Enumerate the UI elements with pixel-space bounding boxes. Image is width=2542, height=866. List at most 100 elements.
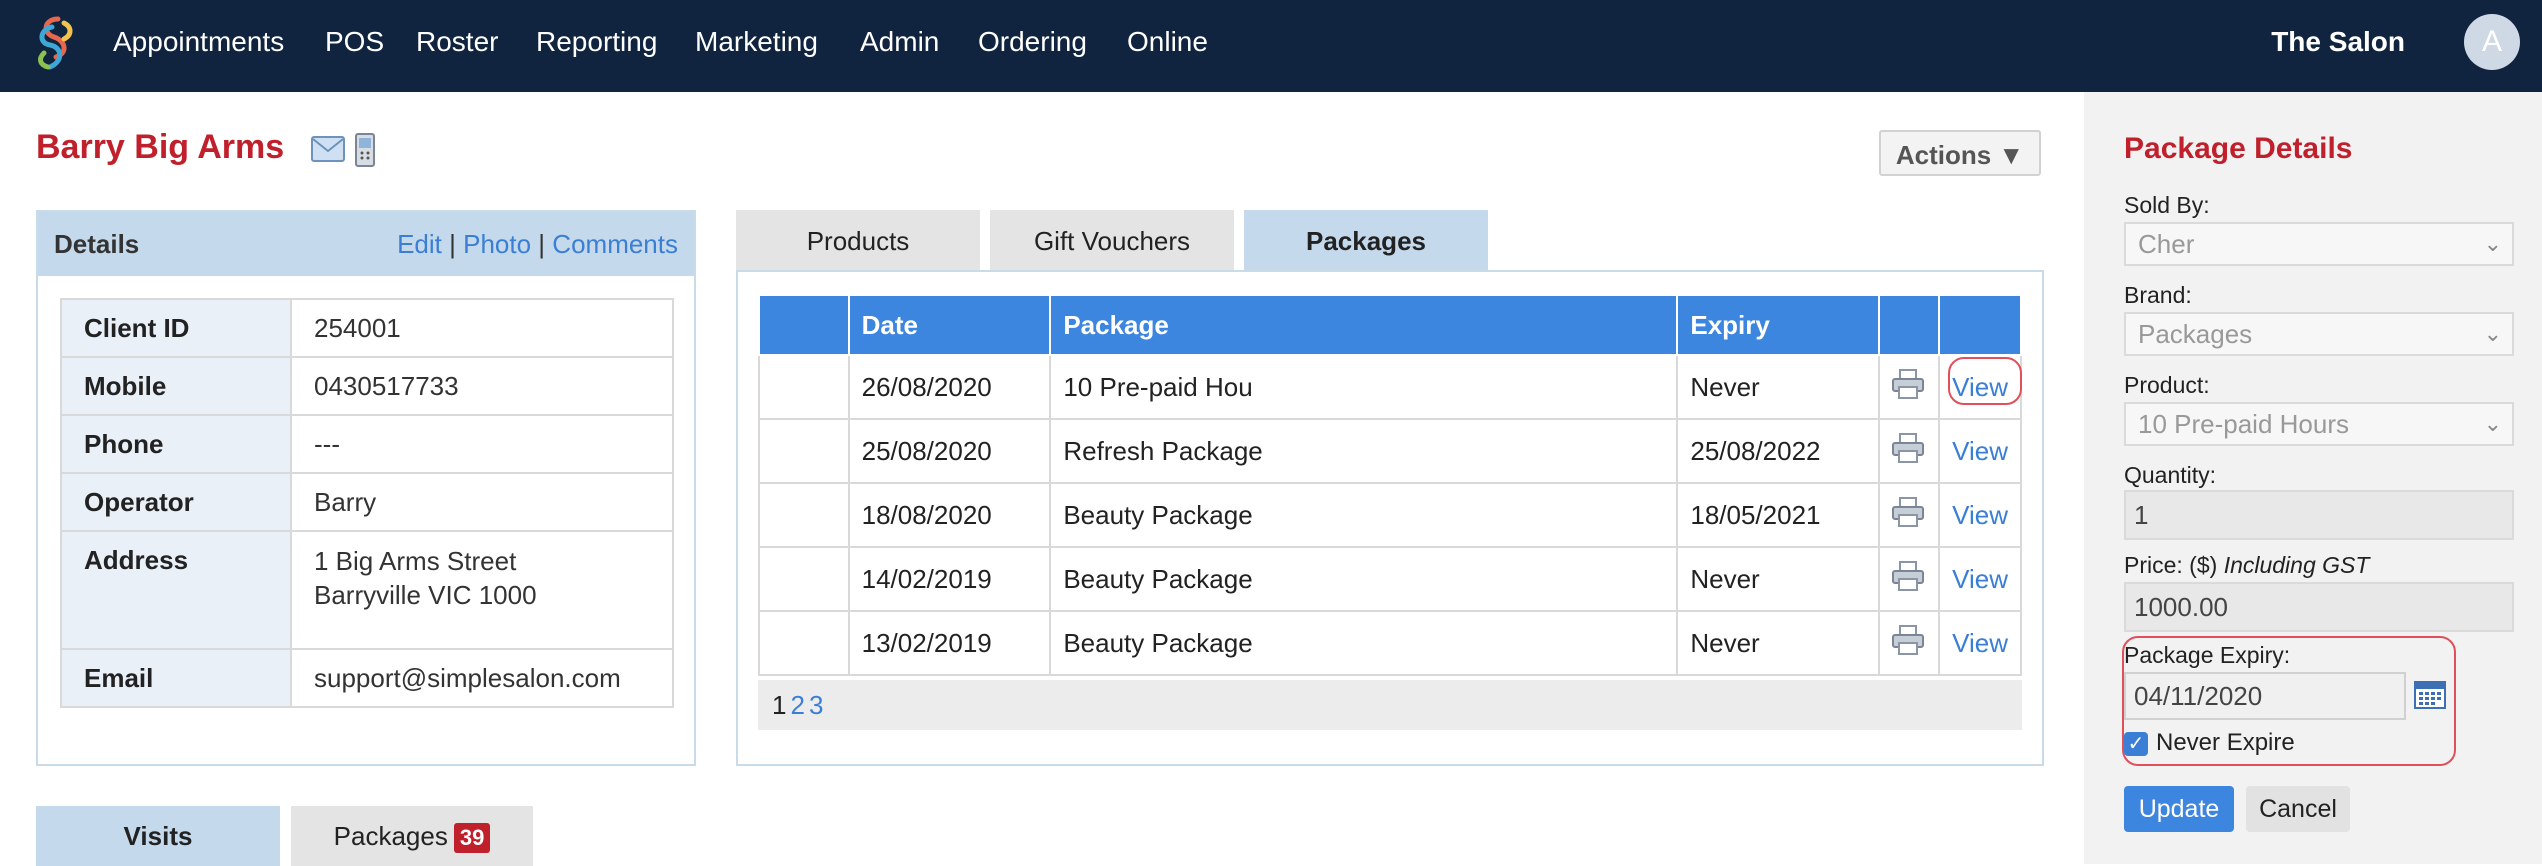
nav-reporting[interactable]: Reporting xyxy=(536,0,657,92)
page-link-2[interactable]: 2 xyxy=(790,690,804,720)
detail-label: Mobile xyxy=(60,356,292,416)
nav-appointments[interactable]: Appointments xyxy=(113,0,284,92)
detail-row-email: Email support@simplesalon.com xyxy=(60,648,674,708)
brand-select[interactable]: Packages ⌄ xyxy=(2124,312,2514,356)
simple-salon-logo-icon[interactable] xyxy=(28,13,84,73)
nav-online[interactable]: Online xyxy=(1127,0,1208,92)
detail-row-client-id: Client ID 254001 xyxy=(60,298,674,358)
detail-row-mobile: Mobile 0430517733 xyxy=(60,356,674,416)
packages-table: Date Package Expiry 26/08/2020 10 Pre-pa… xyxy=(758,294,2022,676)
detail-label: Email xyxy=(60,648,292,708)
row-select-cell xyxy=(758,354,850,420)
table-header-row: Date Package Expiry xyxy=(758,294,2022,356)
detail-value: 254001 xyxy=(290,298,674,358)
avatar[interactable]: A xyxy=(2464,14,2520,70)
packages-count-badge: 39 xyxy=(453,823,491,854)
nav-marketing[interactable]: Marketing xyxy=(695,0,818,92)
expiry-cell: 25/08/2022 xyxy=(1676,418,1881,484)
nav-pos[interactable]: POS xyxy=(325,0,384,92)
product-select[interactable]: 10 Pre-paid Hours ⌄ xyxy=(2124,402,2514,446)
package-expiry-field[interactable]: 04/11/2020 xyxy=(2124,672,2406,720)
top-nav-bar: Appointments POS Roster Reporting Market… xyxy=(0,0,2542,92)
package-cell: Beauty Package xyxy=(1049,610,1679,676)
brand-value: Packages xyxy=(2138,319,2253,349)
tab-packages[interactable]: Packages xyxy=(1244,210,1488,270)
sold-by-select[interactable]: Cher ⌄ xyxy=(2124,222,2514,266)
email-icon[interactable] xyxy=(311,136,345,162)
tab-products[interactable]: Products xyxy=(736,210,980,270)
package-cell: 10 Pre-paid Hou xyxy=(1049,354,1679,420)
photo-link[interactable]: Photo xyxy=(463,229,531,259)
print-icon[interactable] xyxy=(1892,368,1925,399)
edit-link[interactable]: Edit xyxy=(397,229,442,259)
print-cell xyxy=(1878,546,1941,612)
page-link-3[interactable]: 3 xyxy=(809,690,823,720)
detail-row-address: Address 1 Big Arms Street Barryville VIC… xyxy=(60,530,674,650)
detail-row-phone: Phone --- xyxy=(60,414,674,474)
product-value: 10 Pre-paid Hours xyxy=(2138,409,2349,439)
date-cell: 18/08/2020 xyxy=(847,482,1052,548)
price-label-text: Price: ($) xyxy=(2124,552,2218,578)
expiry-cell: Never xyxy=(1676,354,1881,420)
quantity-field[interactable]: 1 xyxy=(2124,490,2514,540)
details-header: Details Edit | Photo | Comments xyxy=(38,212,694,276)
client-details-panel: Details Edit | Photo | Comments Client I… xyxy=(36,210,696,766)
package-cell: Beauty Package xyxy=(1049,546,1679,612)
tab-client-packages[interactable]: Packages 39 xyxy=(291,806,533,866)
view-link[interactable]: View xyxy=(1938,610,2022,676)
highlight-ring-view xyxy=(1948,357,2022,405)
nav-ordering[interactable]: Ordering xyxy=(978,0,1087,92)
link-separator: | xyxy=(449,229,456,259)
table-row[interactable]: 18/08/2020 Beauty Package 18/05/2021 Vie… xyxy=(758,482,2022,548)
package-details-title: Package Details xyxy=(2124,132,2353,165)
calendar-icon[interactable] xyxy=(2414,679,2446,709)
view-link[interactable]: View xyxy=(1938,482,2022,548)
product-label: Product: xyxy=(2124,372,2210,398)
address-line-1: 1 Big Arms Street xyxy=(314,546,517,576)
tab-client-packages-label: Packages xyxy=(333,821,448,851)
never-expire-checkbox[interactable]: ✓ xyxy=(2124,732,2148,756)
table-row[interactable]: 14/02/2019 Beauty Package Never View xyxy=(758,546,2022,612)
date-cell: 13/02/2019 xyxy=(847,610,1052,676)
detail-label: Client ID xyxy=(60,298,292,358)
brand-label: Brand: xyxy=(2124,282,2192,308)
never-expire-label[interactable]: Never Expire xyxy=(2156,729,2295,757)
packages-tab-panel: Date Package Expiry 26/08/2020 10 Pre-pa… xyxy=(736,270,2044,766)
package-details-panel: Package Details Sold By: Cher ⌄ Brand: P… xyxy=(2084,92,2542,864)
address-line-2: Barryville VIC 1000 xyxy=(314,580,537,610)
detail-value: --- xyxy=(290,414,674,474)
pagination: 123 xyxy=(758,680,2022,730)
print-icon[interactable] xyxy=(1892,624,1925,655)
print-cell xyxy=(1878,418,1941,484)
date-cell: 26/08/2020 xyxy=(847,354,1052,420)
table-row[interactable]: 26/08/2020 10 Pre-paid Hou Never View xyxy=(758,354,2022,420)
column-header-select xyxy=(758,294,850,356)
nav-roster[interactable]: Roster xyxy=(416,0,498,92)
nav-admin[interactable]: Admin xyxy=(860,0,939,92)
details-title: Details xyxy=(54,229,140,259)
print-icon[interactable] xyxy=(1892,432,1925,463)
table-row[interactable]: 25/08/2020 Refresh Package 25/08/2022 Vi… xyxy=(758,418,2022,484)
table-row[interactable]: 13/02/2019 Beauty Package Never View xyxy=(758,610,2022,676)
view-link[interactable]: View xyxy=(1938,418,2022,484)
cancel-button[interactable]: Cancel xyxy=(2246,786,2350,832)
tab-visits[interactable]: Visits xyxy=(36,806,280,866)
detail-value: 1 Big Arms Street Barryville VIC 1000 xyxy=(290,530,674,650)
price-field[interactable]: 1000.00 xyxy=(2124,582,2514,632)
print-icon[interactable] xyxy=(1892,496,1925,527)
print-icon[interactable] xyxy=(1892,560,1925,591)
detail-label: Phone xyxy=(60,414,292,474)
package-cell: Refresh Package xyxy=(1049,418,1679,484)
comments-link[interactable]: Comments xyxy=(552,229,678,259)
update-button[interactable]: Update xyxy=(2124,786,2234,832)
actions-dropdown-button[interactable]: Actions ▼ xyxy=(1879,130,2041,176)
link-separator: | xyxy=(538,229,546,259)
sms-phone-icon[interactable] xyxy=(354,133,376,167)
row-select-cell xyxy=(758,418,850,484)
print-cell xyxy=(1878,610,1941,676)
salon-name[interactable]: The Salon xyxy=(2271,0,2405,92)
view-link[interactable]: View xyxy=(1938,546,2022,612)
expiry-cell: 18/05/2021 xyxy=(1676,482,1881,548)
chevron-down-icon: ⌄ xyxy=(2483,321,2502,346)
tab-gift-vouchers[interactable]: Gift Vouchers xyxy=(990,210,1234,270)
